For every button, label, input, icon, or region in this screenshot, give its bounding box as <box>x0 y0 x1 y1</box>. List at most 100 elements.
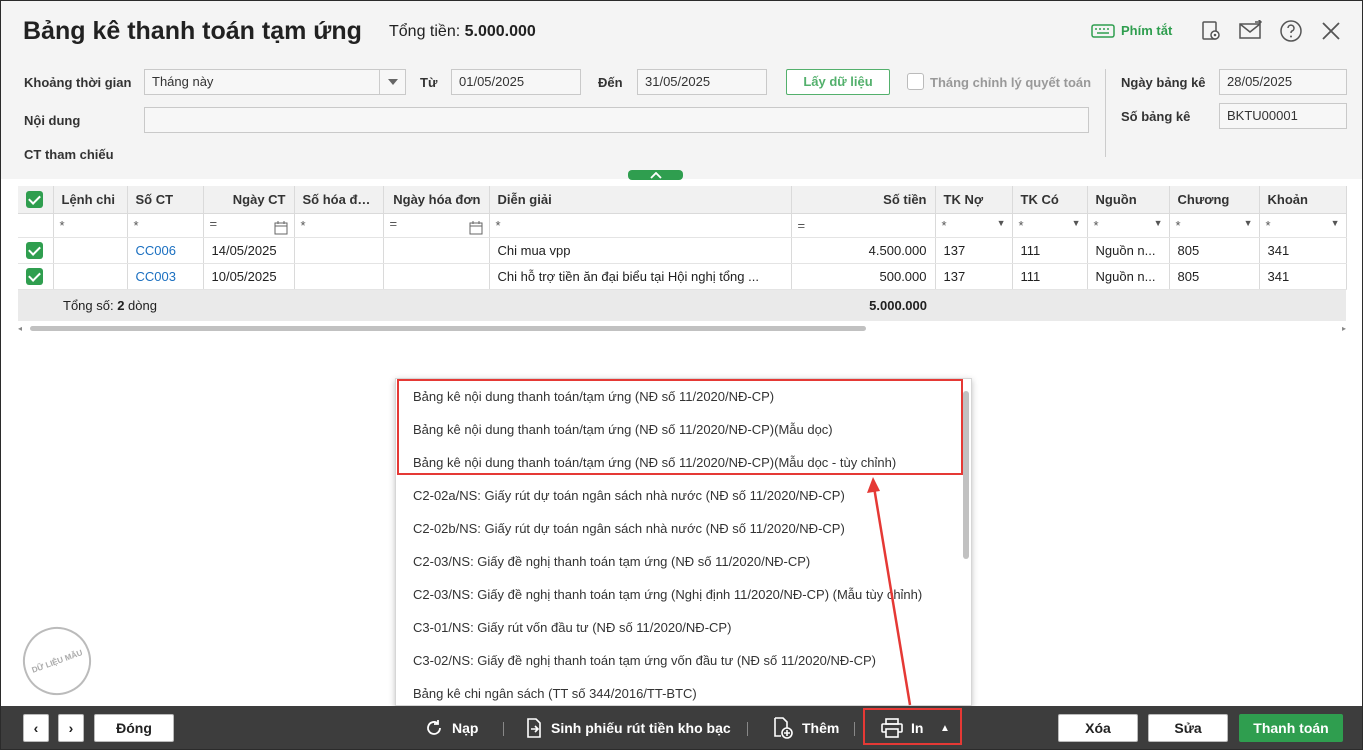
toolbar-divider <box>747 722 748 736</box>
cell: 137 <box>935 237 1013 264</box>
delete-button[interactable]: Xóa <box>1058 714 1138 742</box>
adjust-month-checkbox[interactable] <box>907 73 924 90</box>
to-date-input[interactable]: 31/05/2025 <box>637 69 767 95</box>
preview-icon[interactable] <box>1199 19 1223 43</box>
calendar-icon[interactable] <box>469 220 483 235</box>
col-chuong[interactable]: Chương <box>1169 186 1260 214</box>
caret-down-icon[interactable]: ▼ <box>1072 218 1081 228</box>
email-icon[interactable] <box>1239 19 1263 43</box>
menu-scrollbar-thumb[interactable] <box>963 391 969 559</box>
row-checkbox[interactable] <box>26 267 43 285</box>
total-amount: Tổng tiền: 5.000.000 <box>389 23 536 41</box>
cell <box>294 237 384 264</box>
filter-cell[interactable]: * <box>294 213 384 238</box>
col-tk-no[interactable]: TK Nợ <box>935 186 1013 214</box>
scroll-right-icon[interactable]: ▸ <box>1342 324 1346 333</box>
select-all-cell[interactable] <box>18 186 54 214</box>
col-so-hoa-don[interactable]: Số hóa đơn <box>294 186 384 214</box>
filter-cell[interactable]: = <box>203 213 295 238</box>
sample-data-stamp: DỮ LIỆU MẪU <box>13 617 101 705</box>
statement-date-input[interactable]: 28/05/2025 <box>1219 69 1347 95</box>
cell <box>53 237 128 264</box>
print-menu-item[interactable]: C2-02b/NS: Giấy rút dự toán ngân sách nh… <box>396 512 971 545</box>
print-menu-item[interactable]: C2-03/NS: Giấy đề nghị thanh toán tạm ứn… <box>396 545 971 578</box>
summary-total: 5.000.000 <box>791 289 935 321</box>
caret-down-icon[interactable]: ▼ <box>1244 218 1253 228</box>
print-menu-item[interactable]: C2-03/NS: Giấy đề nghị thanh toán tạm ứn… <box>396 578 971 611</box>
cell: 10/05/2025 <box>203 263 295 290</box>
pay-button[interactable]: Thanh toán <box>1239 714 1343 742</box>
print-menu-item[interactable]: C3-01/NS: Giấy rút vốn đầu tư (NĐ số 11/… <box>396 611 971 644</box>
print-menu-item[interactable]: C2-02a/NS: Giấy rút dự toán ngân sách nh… <box>396 479 971 512</box>
next-button[interactable]: › <box>58 714 84 742</box>
collapse-toggle[interactable] <box>628 170 683 180</box>
add-button[interactable]: Thêm <box>772 714 839 742</box>
filter-cell[interactable]: * ▼ <box>1087 213 1170 238</box>
cell: 4.500.000 <box>791 237 936 264</box>
horizontal-scrollbar[interactable]: ◂ ▸ <box>18 323 1346 333</box>
filter-cell[interactable]: * <box>127 213 204 238</box>
col-so-tien[interactable]: Số tiền <box>791 186 936 214</box>
voucher-link[interactable]: CC006 <box>127 237 204 264</box>
to-label: Đến <box>598 75 623 90</box>
col-ngay-hoa-don[interactable]: Ngày hóa đơn <box>383 186 490 214</box>
fetch-data-button[interactable]: Lấy dữ liệu <box>786 69 890 95</box>
cell: 341 <box>1259 237 1347 264</box>
select-all-checkbox[interactable] <box>26 190 43 208</box>
col-khoan[interactable]: Khoản <box>1259 186 1347 214</box>
adjust-month-label: Tháng chỉnh lý quyết toán <box>930 75 1092 90</box>
scrollbar-thumb[interactable] <box>30 326 866 331</box>
cell: 805 <box>1169 237 1260 264</box>
col-tk-co[interactable]: TK Có <box>1012 186 1088 214</box>
period-label: Khoảng thời gian <box>24 75 132 90</box>
help-icon[interactable] <box>1279 19 1303 43</box>
filter-row: * * = * = * = * ▼ * ▼ * ▼ * ▼ * ▼ <box>18 213 1347 238</box>
col-so-ct[interactable]: Số CT <box>127 186 204 214</box>
chevron-down-icon[interactable] <box>379 70 405 94</box>
statement-no-input[interactable]: BKTU00001 <box>1219 103 1347 129</box>
caret-down-icon[interactable]: ▼ <box>997 218 1006 228</box>
row-select-cell[interactable] <box>18 263 54 290</box>
filter-cell[interactable]: * <box>489 213 792 238</box>
hotkey-button[interactable]: Phím tắt <box>1091 23 1172 38</box>
chevron-up-icon <box>649 171 662 179</box>
period-select[interactable]: Tháng này <box>144 69 406 95</box>
voucher-link[interactable]: CC003 <box>127 263 204 290</box>
chevron-right-icon: › <box>68 720 74 736</box>
filter-cell[interactable]: * ▼ <box>935 213 1013 238</box>
col-nguon[interactable]: Nguồn <box>1087 186 1170 214</box>
col-ngay-ct[interactable]: Ngày CT <box>203 186 295 214</box>
filter-cell[interactable]: * <box>53 213 128 238</box>
row-checkbox[interactable] <box>26 241 43 259</box>
header-panel: Bảng kê thanh toán tạm ứng Tổng tiền: 5.… <box>1 1 1362 180</box>
caret-down-icon[interactable]: ▼ <box>1331 218 1340 228</box>
filter-cell[interactable]: = <box>383 213 490 238</box>
print-menu-item[interactable]: Bảng kê chi ngân sách (TT số 344/2016/TT… <box>396 677 971 705</box>
table-row[interactable]: CC006 14/05/2025 Chi mua vpp 4.500.000 1… <box>18 237 1347 264</box>
caret-down-icon[interactable]: ▼ <box>1154 218 1163 228</box>
edit-button[interactable]: Sửa <box>1148 714 1228 742</box>
col-dien-giai[interactable]: Diễn giải <box>489 186 792 214</box>
toolbar-divider <box>854 722 855 736</box>
reload-button[interactable]: Nạp <box>424 714 478 742</box>
toolbar-divider <box>503 722 504 736</box>
filter-cell[interactable]: = <box>791 213 936 238</box>
close-icon[interactable] <box>1319 19 1343 43</box>
col-lenh-chi[interactable]: Lệnh chi <box>53 186 128 214</box>
print-menu-item[interactable]: C3-02/NS: Giấy đề nghị thanh toán tạm ứn… <box>396 644 971 677</box>
content-input[interactable] <box>144 107 1089 133</box>
close-button[interactable]: Đóng <box>94 714 174 742</box>
prev-button[interactable]: ‹ <box>23 714 49 742</box>
table-row[interactable]: CC003 10/05/2025 Chi hỗ trợ tiền ăn đại … <box>18 263 1347 290</box>
calendar-icon[interactable] <box>274 220 288 235</box>
scroll-left-icon[interactable]: ◂ <box>18 324 22 333</box>
reference-label: CT tham chiếu <box>24 147 114 162</box>
from-date-input[interactable]: 01/05/2025 <box>451 69 581 95</box>
filter-cell[interactable]: * ▼ <box>1012 213 1088 238</box>
row-select-cell[interactable] <box>18 237 54 264</box>
cell <box>383 263 490 290</box>
print-highlight-box <box>863 708 962 745</box>
filter-cell[interactable]: * ▼ <box>1169 213 1260 238</box>
treasury-withdraw-button[interactable]: Sinh phiếu rút tiền kho bạc <box>525 714 731 742</box>
filter-cell[interactable]: * ▼ <box>1259 213 1347 238</box>
